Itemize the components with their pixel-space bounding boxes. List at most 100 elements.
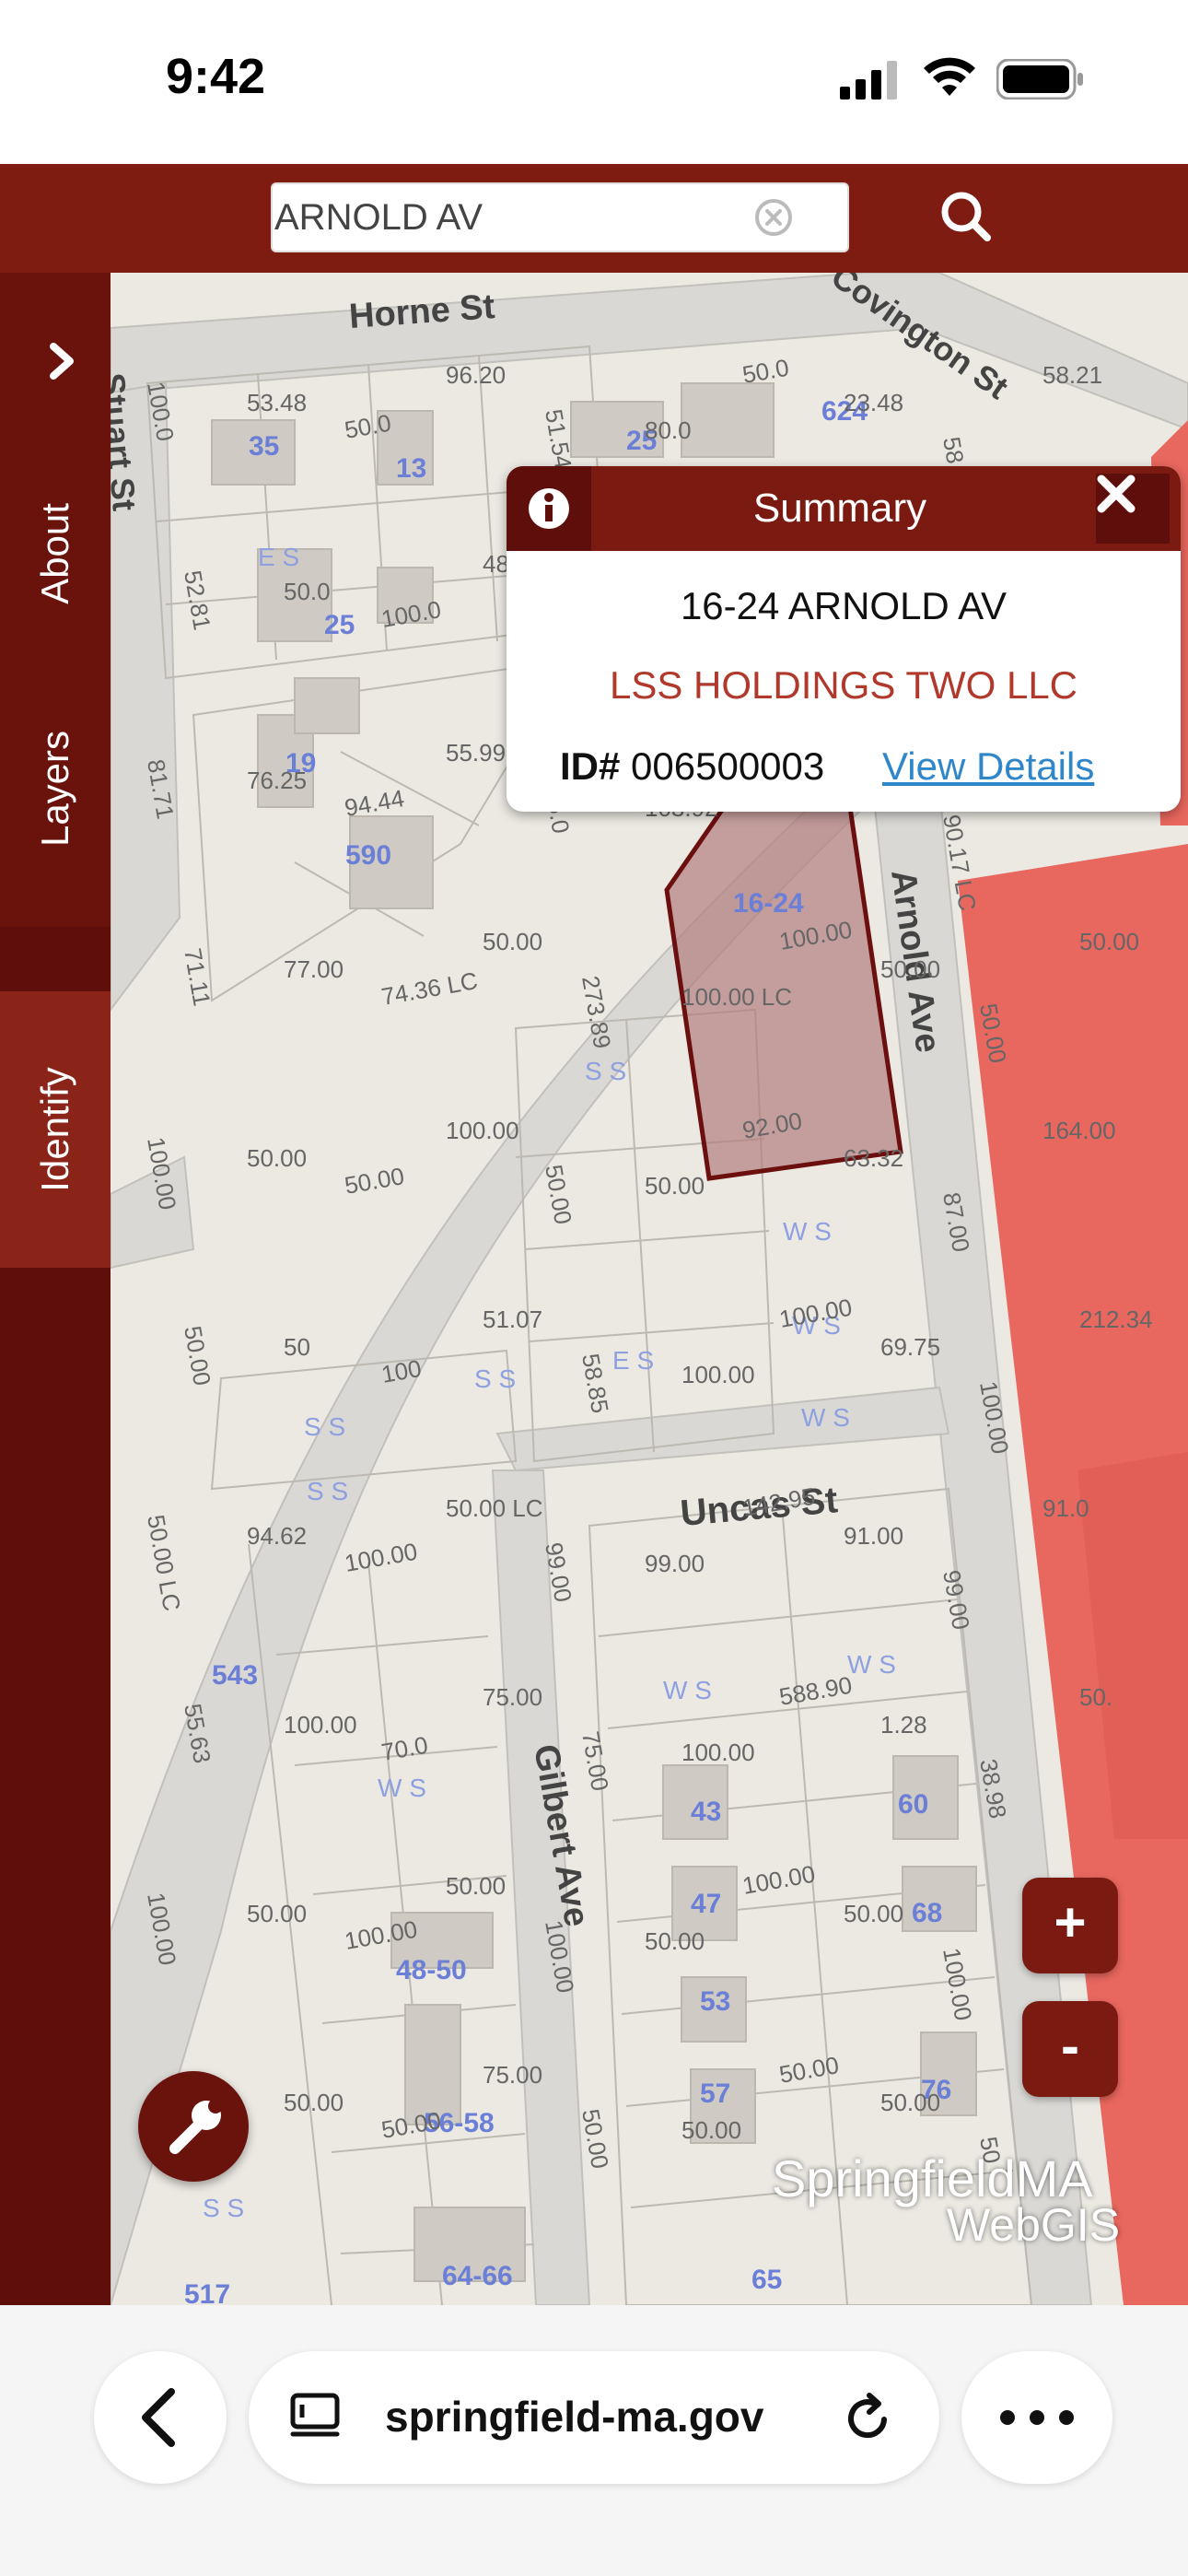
dimension-label: 52.81 [179,568,216,632]
sidebar-expand-button[interactable] [0,273,111,457]
parcel-label: 517 [184,2279,230,2305]
dimension-label: 70.0 [379,1731,430,1766]
popup-close-button[interactable] [1096,474,1170,544]
parcel-label: 35 [249,431,279,462]
dimension-label: 55.99 [446,739,506,767]
dimension-label: 91.0 [1042,1494,1089,1522]
zone-label: E S [612,1346,654,1375]
status-bar: 9:42 [0,0,1188,164]
sidebar-item-layers[interactable]: Layers [0,650,111,927]
parcel-label: 16-24 [733,888,804,919]
dimension-label: 63.32 [844,1144,903,1172]
dimension-label: 100.00 [284,1711,357,1739]
sidebar-item-about[interactable]: About [0,457,111,650]
popup-header: Summary [507,466,1181,551]
sidebar-item-label: Layers [33,730,76,848]
sidebar-filler [0,1268,111,2305]
dimension-label: 50.00 LC [142,1513,186,1613]
zone-label: S S [585,1057,626,1085]
reload-icon[interactable] [838,2388,897,2447]
parcel-label: 57 [700,2078,730,2109]
search-box [271,182,849,252]
zone-label: W S [801,1403,850,1432]
close-icon [1097,474,1136,513]
tools-button[interactable] [138,2071,249,2182]
more-icon [1000,2410,1074,2425]
status-time: 9:42 [166,49,266,104]
parcel-id-value: 006500003 [631,744,825,788]
dimension-label: 164.00 [1042,1117,1116,1144]
cellular-signal-icon [840,61,897,100]
dimension-label: 80.0 [645,416,692,444]
dimension-label: 71.11 [179,946,216,1008]
zoom-out-button[interactable]: - [1022,2001,1118,2097]
parcel-label: 13 [396,453,426,484]
zone-label: S S [304,1412,345,1441]
sidebar-item-label: About [33,503,76,604]
webgis-logo: SpringfieldMA WebGIS [772,2153,1121,2251]
dimension-label: 50.00 [844,1900,903,1927]
parcel-owner: LSS HOLDINGS TWO LLC [609,663,1078,707]
dimension-label: 75.00 [577,1729,614,1793]
map-view[interactable]: Horne St Covington St Stuart St Arnold Ave U… [111,273,1188,2305]
info-button[interactable] [507,466,591,551]
dimension-label: 50.00 [247,1144,307,1172]
dimension-label: 1.28 [880,1711,927,1739]
battery-icon [996,59,1083,100]
dimension-label: 75.00 [483,2061,542,2089]
parcel-label: 65 [751,2265,782,2295]
dimension-label: 50. [1079,1683,1112,1711]
dimension-label: 50.00 [645,1927,705,1955]
app-header [0,164,1188,273]
search-icon[interactable] [930,181,1004,254]
dimension-label: 58.21 [1042,361,1102,389]
dimension-label: 100.00 LC [681,983,792,1011]
parcel-label: 68 [912,1898,942,1928]
dimension-label: 53.48 [247,389,307,416]
search-input[interactable] [273,184,763,251]
dimension-label: 50.00 [540,1163,577,1226]
dimension-label: 77.00 [284,955,344,983]
dimension-label: 50.00 [645,1172,705,1200]
dimension-label: 58.85 [577,1352,614,1415]
parcel-id: ID# 006500003 [560,744,824,789]
dimension-label: 96.20 [446,361,506,389]
address-bar[interactable]: springfield-ma.gov [249,2351,939,2484]
summary-popup: Summary 16-24 ARNOLD AV LSS HOLDINGS TWO… [507,466,1181,812]
clear-search-icon[interactable] [753,197,794,238]
dimension-label: 74.36 LC [379,966,480,1011]
dimension-label: 100.00 [938,1946,977,2023]
dimension-label: 50.00 [179,1324,216,1388]
zone-label: W S [663,1676,712,1704]
sidebar-item-identify[interactable]: Identify [0,991,111,1268]
dimension-label: 50.00 [880,2089,940,2116]
parcel-label: 60 [898,1789,928,1820]
dimension-label: 99.00 [645,1550,705,1577]
dimension-label: 50.00 [880,955,940,983]
zone-label: S S [203,2194,244,2222]
dimension-label: 51.07 [483,1306,542,1333]
dimension-label: 212.34 [1079,1306,1153,1333]
dimension-label: 50.00 [446,1872,506,1900]
dimension-label: 100 [379,1354,424,1388]
zone-label: E S [258,543,299,571]
page-menu-icon[interactable] [285,2388,344,2447]
dimension-label: 50.00 LC [446,1494,543,1522]
chevron-right-icon [50,343,74,380]
zoom-in-button[interactable]: + [1022,1878,1118,1973]
parcel-id-label: ID# [560,744,621,788]
zone-label: W S [378,1774,426,1802]
wrench-icon [169,2099,223,2154]
more-options-button[interactable] [961,2351,1112,2484]
logo-line2: WebGIS [947,2199,1121,2251]
dimension-label: 50.00 [284,2089,344,2116]
dimension-label: 100.00 [740,1860,818,1900]
zone-label: S S [474,1364,516,1393]
dimension-label: 50.00 [1079,928,1139,955]
view-details-link[interactable]: View Details [882,744,1094,789]
zone-label: W S [847,1650,896,1679]
back-button[interactable] [94,2351,227,2484]
parcel-address: 16-24 ARNOLD AV [680,584,1007,627]
dimension-label: 23.48 [844,389,903,416]
dimension-label: 50.00 [681,2116,741,2144]
